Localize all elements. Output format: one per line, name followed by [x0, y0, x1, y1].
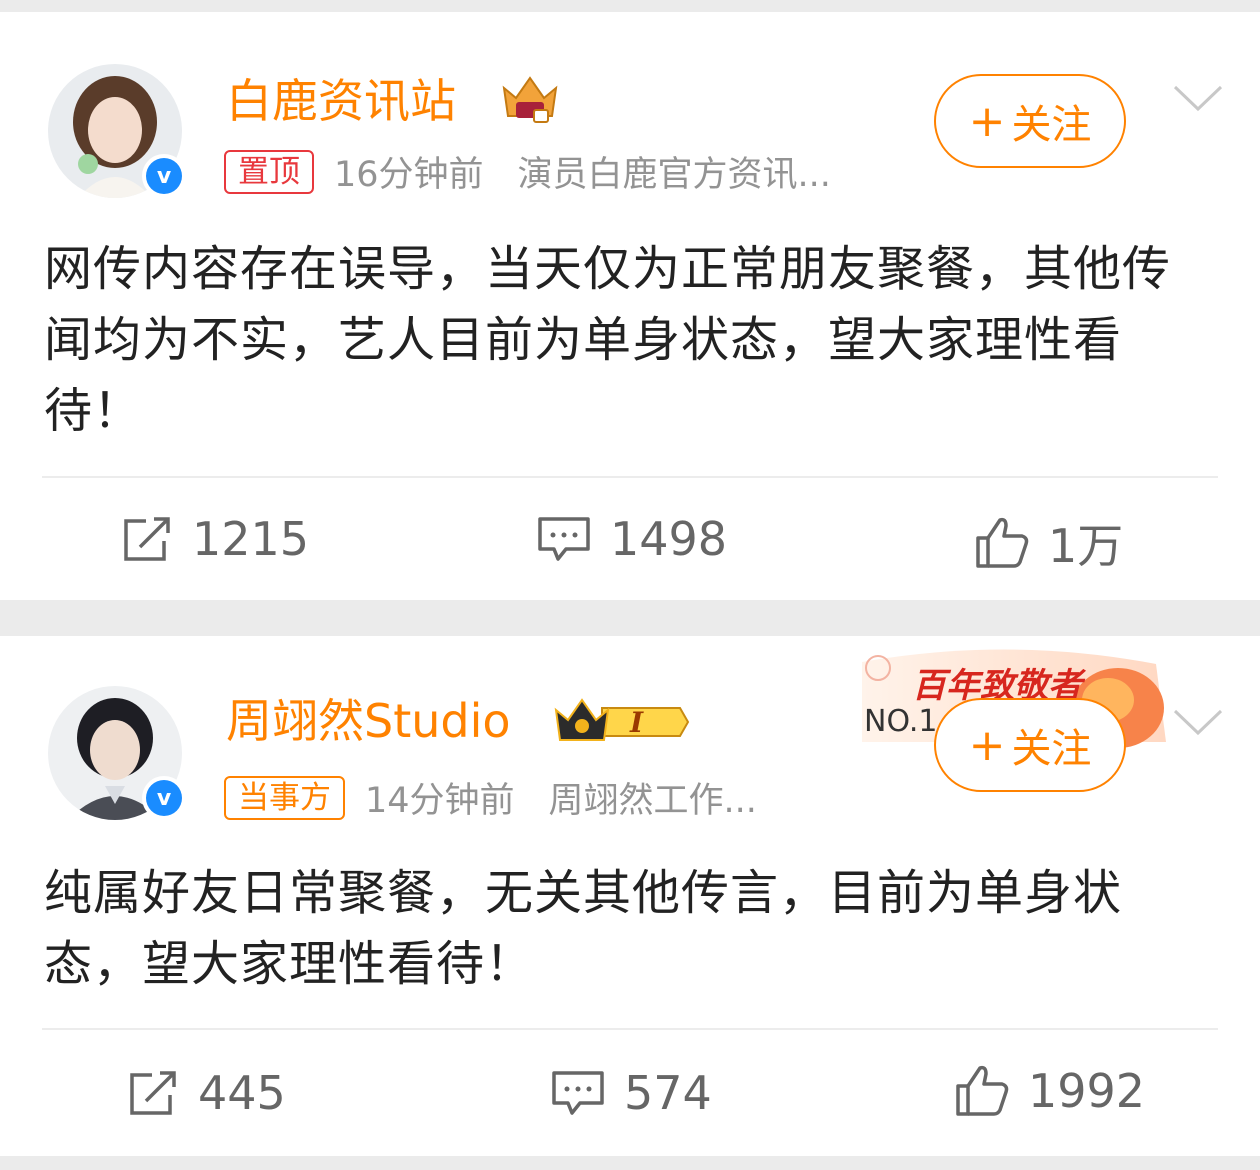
crown-badge-icon	[502, 76, 558, 123]
badge-level: I	[630, 706, 644, 739]
comment-icon	[552, 1071, 604, 1115]
follow-button[interactable]: + 关注	[934, 698, 1126, 792]
chevron-down-icon[interactable]	[1172, 84, 1224, 114]
post-source[interactable]: 演员白鹿官方资讯...	[518, 146, 831, 197]
like-icon	[956, 1065, 1009, 1116]
author-name[interactable]: 白鹿资讯站	[226, 78, 456, 124]
comment-button[interactable]: 574	[550, 1066, 712, 1120]
follow-label: 关注	[1011, 726, 1092, 772]
comment-button[interactable]: 1498	[536, 512, 727, 566]
follow-button[interactable]: + 关注	[934, 74, 1126, 168]
party-tag: 当事方	[224, 775, 345, 820]
post-time: 16分钟前	[334, 155, 484, 195]
plus-icon: +	[968, 95, 1006, 147]
like-count: 1992	[1028, 1064, 1146, 1118]
post-card: v 周翊然Studio I 百年致敬者 NO.1 当事方 14分钟前 周翊然工作…	[0, 636, 1260, 1156]
repost-icon	[124, 517, 170, 561]
verified-icon: v	[142, 776, 186, 820]
crown-badge-icon: I	[552, 694, 692, 750]
plus-icon: +	[968, 719, 1006, 771]
like-button[interactable]: 1992	[954, 1064, 1145, 1118]
verified-mark: v	[146, 158, 182, 194]
post-content: 纯属好友日常聚餐，无关其他传言，目前为单身状态，望大家理性看待！	[44, 865, 1123, 992]
repost-count: 445	[198, 1066, 286, 1120]
verified-icon: v	[142, 154, 186, 198]
like-button[interactable]: 1万	[974, 510, 1123, 576]
divider	[42, 476, 1218, 478]
like-count: 1万	[1048, 519, 1124, 573]
post-time: 14分钟前	[365, 781, 515, 821]
follow-label: 关注	[1011, 102, 1092, 148]
post-meta: 当事方 14分钟前 周翊然工作...	[224, 772, 757, 823]
comment-count: 574	[624, 1066, 712, 1120]
like-icon	[976, 517, 1029, 568]
post-source[interactable]: 周翊然工作...	[549, 772, 757, 823]
post-card: v 白鹿资讯站 置顶 16分钟前 演员白鹿官方资讯... + 关注 网传内容存在…	[0, 12, 1260, 600]
comment-count: 1498	[610, 512, 728, 566]
verified-mark: v	[146, 780, 182, 816]
chevron-down-icon[interactable]	[1172, 708, 1224, 738]
author-name[interactable]: 周翊然Studio	[226, 698, 511, 744]
pinned-tag: 置顶	[224, 149, 314, 194]
post-content: 网传内容存在误导，当天仅为正常朋友聚餐，其他传闻均为不实，艺人目前为单身状态，望…	[44, 241, 1172, 439]
promo-rank: NO.1	[864, 704, 938, 739]
divider	[42, 1028, 1218, 1030]
repost-button[interactable]: 1215	[122, 512, 309, 566]
repost-icon	[130, 1071, 176, 1115]
post-meta: 置顶 16分钟前 演员白鹿官方资讯...	[224, 146, 831, 197]
comment-icon	[538, 517, 590, 561]
repost-button[interactable]: 445	[128, 1066, 286, 1120]
repost-count: 1215	[192, 512, 310, 566]
